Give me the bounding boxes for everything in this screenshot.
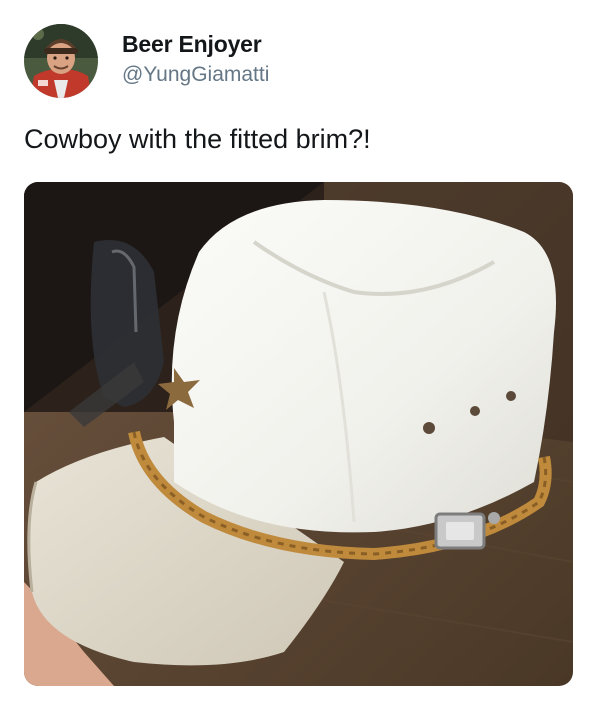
display-name[interactable]: Beer Enjoyer (122, 30, 269, 58)
user-handle[interactable]: @YungGiamatti (122, 62, 269, 88)
avatar[interactable] (24, 24, 98, 98)
tweet-header: Beer Enjoyer @YungGiamatti (24, 24, 584, 100)
author-names: Beer Enjoyer @YungGiamatti (122, 30, 269, 88)
avatar-photo-icon (24, 24, 98, 98)
tweet-media[interactable] (24, 182, 573, 686)
photo-white-cowboy-hat-with-flat-cap-brim (24, 182, 573, 686)
tweet-text: Cowboy with the fitted brim?! (24, 124, 371, 154)
